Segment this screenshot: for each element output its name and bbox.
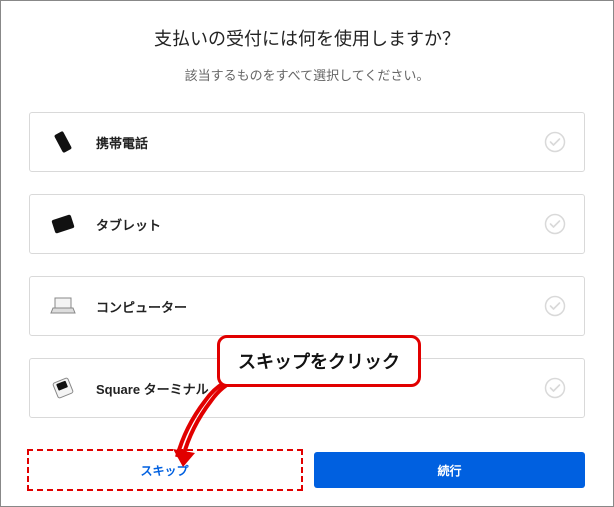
- check-circle-icon: [544, 295, 566, 317]
- phone-icon: [48, 127, 78, 157]
- computer-icon: [48, 291, 78, 321]
- terminal-icon: [48, 373, 78, 403]
- option-label: 携帯電話: [96, 133, 544, 152]
- tablet-icon: [48, 209, 78, 239]
- check-circle-icon: [544, 213, 566, 235]
- page-title: 支払いの受付には何を使用しますか？: [29, 25, 585, 51]
- option-label: コンピューター: [96, 297, 544, 316]
- page-subtitle: 該当するものをすべて選択してください。: [29, 65, 585, 84]
- check-circle-icon: [544, 131, 566, 153]
- check-circle-icon: [544, 377, 566, 399]
- option-computer[interactable]: コンピューター: [29, 276, 585, 336]
- annotation-callout: スキップをクリック: [217, 335, 421, 387]
- skip-button[interactable]: スキップ: [29, 452, 300, 488]
- option-label: タブレット: [96, 215, 544, 234]
- continue-button[interactable]: 続行: [314, 452, 585, 488]
- footer-buttons: スキップ 続行: [29, 452, 585, 488]
- option-mobile-phone[interactable]: 携帯電話: [29, 112, 585, 172]
- option-tablet[interactable]: タブレット: [29, 194, 585, 254]
